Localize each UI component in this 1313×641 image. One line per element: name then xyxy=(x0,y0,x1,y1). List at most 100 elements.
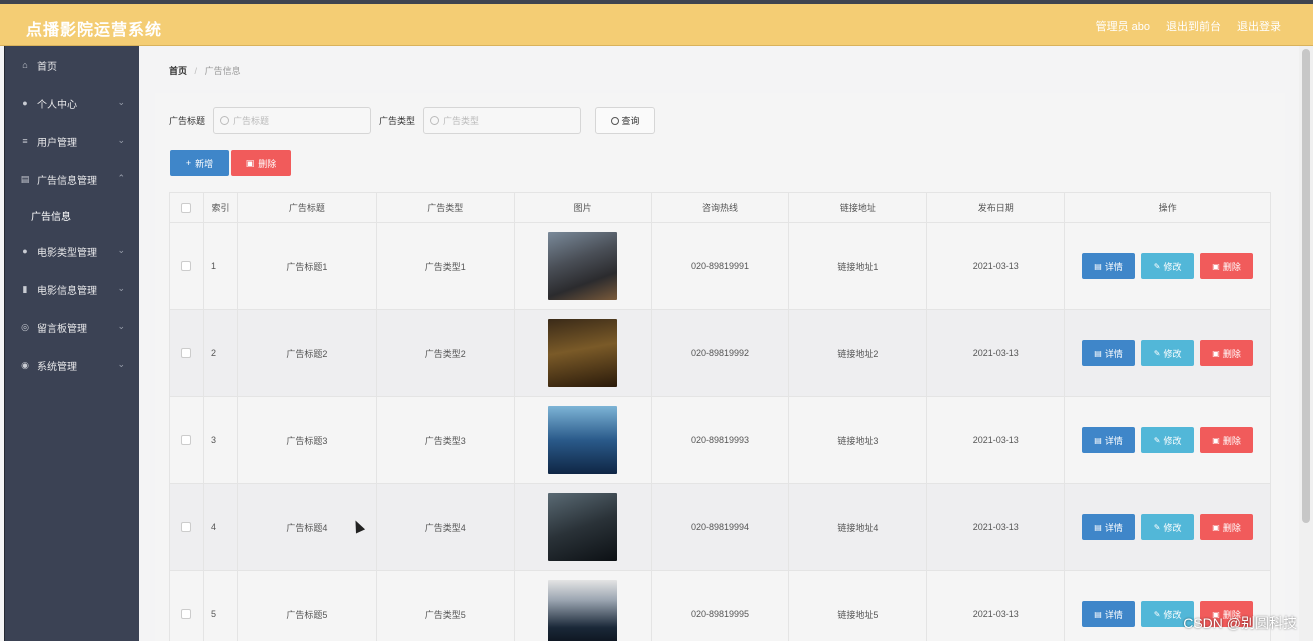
sidebar-item-movie-type-management[interactable]: ● 电影类型管理 ⌄ xyxy=(5,232,139,270)
pencil-icon: ✎ xyxy=(1153,348,1161,358)
row-checkbox[interactable] xyxy=(181,609,192,619)
edit-label: 修改 xyxy=(1163,435,1182,446)
delete-button[interactable]: ▣ 删除 xyxy=(1200,427,1254,453)
pencil-icon: ✎ xyxy=(1153,261,1161,271)
edit-label: 修改 xyxy=(1163,522,1182,533)
row-actions: ▤ 详情 ✎ 修改 ▣ 删除 xyxy=(1065,397,1271,484)
type-search-input[interactable]: 广告类型 xyxy=(423,107,582,134)
add-button-label: 新增 xyxy=(195,158,214,169)
delete-button[interactable]: ▣ 删除 xyxy=(1200,514,1254,540)
trash-icon: ▣ xyxy=(245,157,255,168)
row-checkbox-cell xyxy=(170,397,204,484)
row-phone: 020-89819993 xyxy=(651,397,790,484)
pencil-icon: ✎ xyxy=(1153,609,1161,619)
row-date: 2021-03-13 xyxy=(927,397,1066,484)
chevron-down-icon: ⌄ xyxy=(117,283,125,293)
scrollbar-thumb[interactable] xyxy=(1302,49,1310,523)
row-actions: ▤ 详情 ✎ 修改 ▣ 删除 xyxy=(1065,484,1271,571)
chevron-up-icon: ⌃ xyxy=(117,173,125,183)
page-scrollbar[interactable] xyxy=(1299,46,1313,641)
row-checkbox[interactable] xyxy=(181,435,192,445)
header-actions: 操作 xyxy=(1065,193,1271,223)
delete-button[interactable]: ▣ 删除 xyxy=(1200,253,1254,279)
sidebar-item-personal-center[interactable]: ● 个人中心 ⌄ xyxy=(5,84,139,122)
chevron-down-icon: ⌄ xyxy=(117,359,125,369)
header-image: 图片 xyxy=(514,193,652,223)
document-icon: ▤ xyxy=(1094,522,1102,532)
sidebar-item-movie-info-management[interactable]: ▮ 电影信息管理 ⌄ xyxy=(5,270,139,308)
movie-poster-image[interactable] xyxy=(548,580,618,641)
row-type: 广告类型4 xyxy=(376,484,515,571)
sidebar-item-home[interactable]: ⌂ 首页 xyxy=(5,46,139,84)
logout-link[interactable]: 退出登录 xyxy=(1237,18,1281,34)
breadcrumb-home[interactable]: 首页 xyxy=(169,66,187,76)
movie-poster-image[interactable] xyxy=(548,319,618,387)
detail-button[interactable]: ▤ 详情 xyxy=(1082,514,1136,540)
detail-label: 详情 xyxy=(1104,609,1123,620)
pencil-icon: ✎ xyxy=(1153,435,1161,445)
detail-button[interactable]: ▤ 详情 xyxy=(1082,427,1136,453)
header-index: 索引 xyxy=(203,193,238,223)
sidebar-item-user-management[interactable]: ≡ 用户管理 ⌄ xyxy=(5,122,139,160)
row-link: 链接地址4 xyxy=(789,484,928,571)
plus-icon: + xyxy=(185,158,192,168)
back-to-front-link[interactable]: 退出到前台 xyxy=(1166,18,1221,34)
row-link: 链接地址2 xyxy=(789,310,928,397)
sidebar-subitem-ad-info[interactable]: 广告信息 xyxy=(5,198,139,232)
edit-button[interactable]: ✎ 修改 xyxy=(1141,253,1195,279)
sidebar-item-message-board[interactable]: ◎ 留言板管理 ⌄ xyxy=(5,308,139,346)
detail-button[interactable]: ▤ 详情 xyxy=(1082,253,1136,279)
delete-label: 删除 xyxy=(1222,522,1241,533)
table-row: 3 广告标题3 广告类型3 020-89819993 链接地址3 2021-03… xyxy=(170,397,1271,484)
top-right-menu: 管理员 abo 退出到前台 退出登录 xyxy=(1096,18,1281,34)
sidebar-item-ad-management[interactable]: ▤ 广告信息管理 ⌃ xyxy=(5,160,139,198)
row-index: 3 xyxy=(203,397,238,484)
row-date: 2021-03-13 xyxy=(927,310,1066,397)
ad-table: 索引 广告标题 广告类型 图片 咨询热线 链接地址 发布日期 操作 1 广告标题… xyxy=(169,192,1271,641)
edit-button[interactable]: ✎ 修改 xyxy=(1141,340,1195,366)
batch-delete-button[interactable]: ▣ 删除 xyxy=(231,150,291,176)
sidebar-item-system-management[interactable]: ◉ 系统管理 ⌄ xyxy=(5,346,139,384)
sidebar-item-label: 首页 xyxy=(37,61,57,73)
user-icon: ● xyxy=(22,246,28,256)
delete-button[interactable]: ▣ 删除 xyxy=(1200,340,1254,366)
row-actions: ▤ 详情 ✎ 修改 ▣ 删除 xyxy=(1065,223,1271,310)
row-checkbox[interactable] xyxy=(181,348,192,358)
query-button[interactable]: 查询 xyxy=(595,107,656,134)
add-button[interactable]: + 新增 xyxy=(170,150,229,176)
movie-poster-image[interactable] xyxy=(548,493,618,561)
detail-button[interactable]: ▤ 详情 xyxy=(1082,601,1136,627)
edit-button[interactable]: ✎ 修改 xyxy=(1141,514,1195,540)
edit-button[interactable]: ✎ 修改 xyxy=(1141,427,1195,453)
detail-button[interactable]: ▤ 详情 xyxy=(1082,340,1136,366)
header-link: 链接地址 xyxy=(789,193,928,223)
query-button-label: 查询 xyxy=(621,116,640,126)
select-all-checkbox[interactable] xyxy=(181,202,192,213)
admin-user-label[interactable]: 管理员 abo xyxy=(1096,18,1150,34)
row-link: 链接地址1 xyxy=(789,223,928,310)
sidebar-item-label: 用户管理 xyxy=(37,137,77,149)
pencil-icon: ✎ xyxy=(1153,522,1161,532)
row-title: 广告标题2 xyxy=(237,310,377,397)
chevron-down-icon: ⌄ xyxy=(117,97,125,107)
row-checkbox[interactable] xyxy=(181,522,192,532)
row-phone: 020-89819992 xyxy=(651,310,790,397)
title-search-input[interactable]: 广告标题 xyxy=(213,107,372,134)
sidebar-item-label: 广告信息管理 xyxy=(37,175,97,187)
movie-poster-image[interactable] xyxy=(548,406,618,474)
search-icon xyxy=(220,116,230,125)
delete-label: 删除 xyxy=(1222,435,1241,446)
delete-label: 删除 xyxy=(1222,348,1241,359)
trash-icon: ▣ xyxy=(1212,522,1220,532)
movie-poster-image[interactable] xyxy=(548,232,618,300)
row-title: 广告标题3 xyxy=(237,397,377,484)
row-phone: 020-89819995 xyxy=(652,571,790,641)
chevron-down-icon: ⌄ xyxy=(117,245,125,255)
row-checkbox[interactable] xyxy=(181,261,192,271)
search-icon xyxy=(610,116,619,125)
chevron-down-icon: ⌄ xyxy=(117,135,125,145)
row-image-cell xyxy=(514,484,652,571)
row-type: 广告类型2 xyxy=(376,310,515,397)
edit-label: 修改 xyxy=(1163,609,1182,620)
search-row: 广告标题 广告标题 广告类型 广告类型 查询 xyxy=(169,107,656,134)
